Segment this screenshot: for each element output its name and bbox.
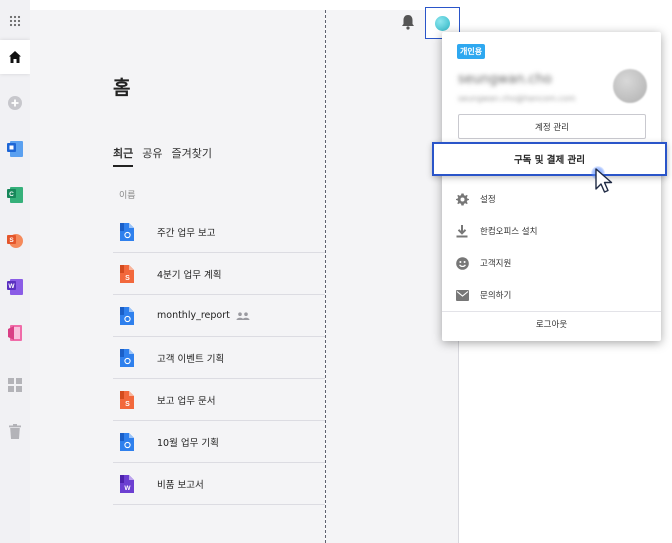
file-name: monthly_report bbox=[157, 310, 230, 321]
table-row[interactable]: 10월 업무 기획 bbox=[113, 421, 325, 463]
calc-app-icon[interactable]: C bbox=[0, 178, 30, 212]
file-name: 4분기 업무 계획 bbox=[157, 269, 222, 281]
dashboard-icon[interactable] bbox=[0, 368, 30, 402]
account-menu: 개인용 seungwan.cho seungwan.cho@hancom.com… bbox=[442, 32, 661, 341]
svg-text:C: C bbox=[9, 191, 14, 198]
bell-icon[interactable] bbox=[401, 14, 415, 30]
svg-text:S: S bbox=[125, 275, 130, 282]
menu-item-label: 설정 bbox=[480, 195, 496, 205]
user-email: seungwan.cho@hancom.com bbox=[458, 94, 576, 103]
home-icon[interactable] bbox=[0, 40, 30, 74]
table-row[interactable]: W 비품 보고서 bbox=[113, 463, 325, 505]
user-name: seungwan.cho bbox=[458, 72, 552, 87]
gear-icon bbox=[455, 192, 469, 206]
avatar bbox=[435, 15, 450, 31]
mouse-cursor-icon bbox=[594, 168, 618, 194]
smile-icon bbox=[455, 256, 469, 270]
shared-users-icon bbox=[236, 311, 250, 320]
apps-grid-icon[interactable] bbox=[0, 6, 30, 36]
trash-icon[interactable] bbox=[0, 414, 30, 448]
subscription-billing-button[interactable]: 구독 및 결제 관리 bbox=[432, 142, 667, 176]
table-row[interactable]: monthly_report bbox=[113, 295, 325, 337]
menu-item-label: 문의하기 bbox=[480, 291, 512, 301]
dotted-divider bbox=[325, 10, 326, 543]
logout-button[interactable]: 로그아웃 bbox=[442, 318, 661, 330]
slide-file-icon: S bbox=[120, 264, 134, 283]
menu-item-contact[interactable]: 문의하기 bbox=[455, 284, 645, 306]
tab-favorites[interactable]: 즐겨찾기 bbox=[172, 145, 212, 167]
menu-item-install[interactable]: 한컴오피스 설치 bbox=[455, 220, 645, 242]
table-row[interactable]: S 4분기 업무 계획 bbox=[113, 253, 325, 295]
file-name: 고객 이벤트 기획 bbox=[157, 353, 225, 365]
note-app-icon[interactable] bbox=[0, 316, 30, 350]
menu-item-label: 한컴오피스 설치 bbox=[480, 227, 538, 237]
right-pane bbox=[326, 10, 458, 543]
tab-recent[interactable]: 최근 bbox=[113, 145, 134, 167]
file-name: 10월 업무 기획 bbox=[157, 437, 219, 449]
tab-bar: 최근 공유 즐겨찾기 bbox=[113, 145, 212, 167]
doc-file-icon bbox=[120, 306, 134, 325]
file-name: 보고 업무 문서 bbox=[157, 395, 216, 407]
page-title: 홈 bbox=[113, 77, 131, 99]
tab-shared[interactable]: 공유 bbox=[142, 145, 162, 167]
top-bar bbox=[30, 0, 458, 10]
svg-text:W: W bbox=[124, 485, 131, 492]
svg-text:W: W bbox=[8, 283, 15, 290]
doc-file-icon bbox=[120, 348, 134, 367]
mail-icon bbox=[455, 288, 469, 302]
doc-file-icon bbox=[120, 432, 134, 451]
table-row[interactable]: 주간 업무 보고 bbox=[113, 211, 325, 253]
cell-app-icon[interactable] bbox=[0, 132, 30, 166]
menu-item-support[interactable]: 고객지원 bbox=[455, 252, 645, 274]
menu-item-label: 고객지원 bbox=[480, 259, 512, 269]
table-row[interactable]: S 보고 업무 문서 bbox=[113, 379, 325, 421]
word-file-icon: W bbox=[120, 474, 134, 493]
column-header-name: 이름 bbox=[119, 191, 136, 201]
file-name: 주간 업무 보고 bbox=[157, 227, 216, 239]
word-app-icon[interactable]: W bbox=[0, 270, 30, 304]
menu-divider bbox=[442, 311, 661, 312]
sidebar: C S W bbox=[0, 0, 30, 543]
show-app-icon[interactable]: S bbox=[0, 224, 30, 258]
account-type-badge: 개인용 bbox=[457, 44, 486, 59]
file-name: 비품 보고서 bbox=[157, 479, 204, 491]
table-row[interactable]: 고객 이벤트 기획 bbox=[113, 337, 325, 379]
doc-file-icon bbox=[120, 222, 134, 241]
download-icon bbox=[455, 224, 469, 238]
slide-file-icon: S bbox=[120, 390, 134, 409]
svg-text:S: S bbox=[125, 401, 130, 408]
svg-text:S: S bbox=[9, 237, 14, 244]
add-icon[interactable] bbox=[0, 86, 30, 120]
profile-picture bbox=[613, 69, 647, 103]
manage-account-button[interactable]: 계정 관리 bbox=[458, 114, 646, 139]
